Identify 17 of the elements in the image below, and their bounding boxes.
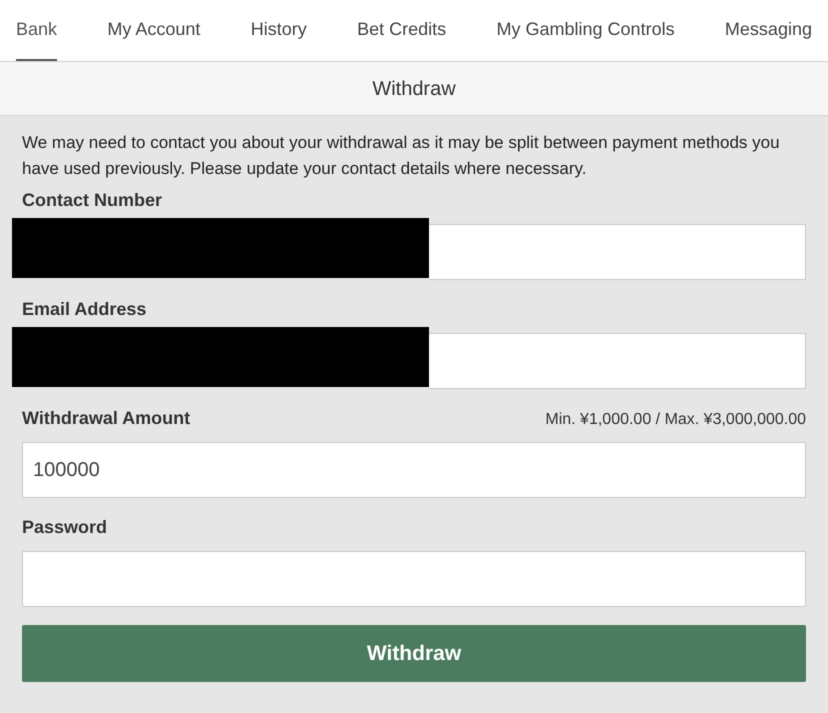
input-field[interactable]	[429, 224, 806, 280]
field-label: Email Address	[22, 298, 146, 321]
page-title: Withdraw	[372, 76, 456, 102]
field-label: Contact Number	[22, 189, 162, 212]
input-field[interactable]	[429, 333, 806, 389]
tab[interactable]: Messaging	[724, 0, 812, 61]
field-label: Password	[22, 516, 108, 539]
tab[interactable]: History	[250, 0, 307, 61]
input-field[interactable]: 100000	[22, 442, 806, 498]
tab[interactable]: My Account	[107, 0, 200, 61]
tab[interactable]: Bet Credits	[357, 0, 446, 61]
field-label: Withdrawal Amount	[22, 407, 190, 430]
withdraw-button[interactable]: Withdraw	[22, 625, 806, 682]
notice-text: We may need to contact you about your withdrawal as it may be split between payment methods you have used previously. Please update your contact details where necessary.	[22, 132, 781, 180]
tab[interactable]: My Gambling Controls	[496, 0, 675, 61]
amount-limits: Min. ¥1,000.00 / Max. ¥3,000,000.00	[545, 410, 806, 430]
input-field[interactable]	[22, 551, 806, 607]
